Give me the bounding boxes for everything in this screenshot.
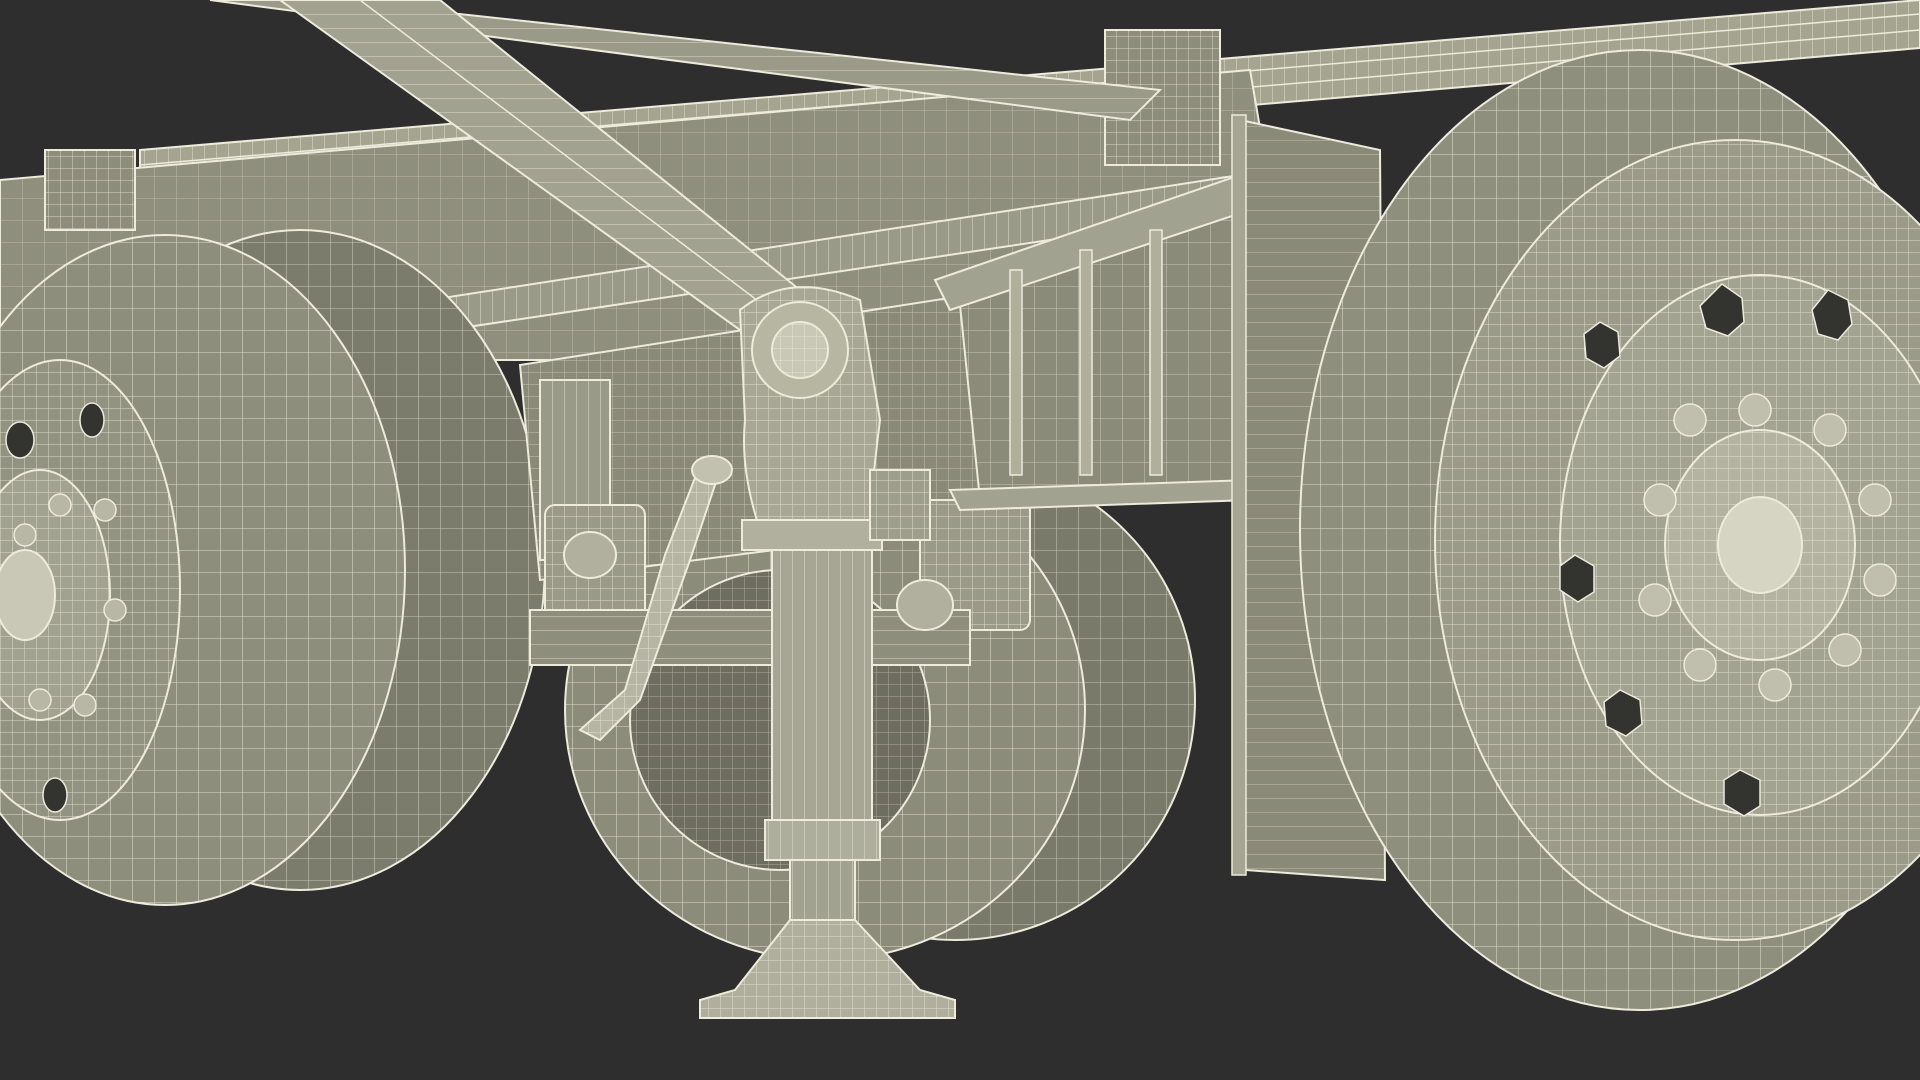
trailer-wireframe-render xyxy=(0,0,1920,1019)
render-viewport xyxy=(0,0,1920,1080)
right-wheel xyxy=(1299,49,1920,1011)
left-dual-wheel xyxy=(0,229,546,906)
